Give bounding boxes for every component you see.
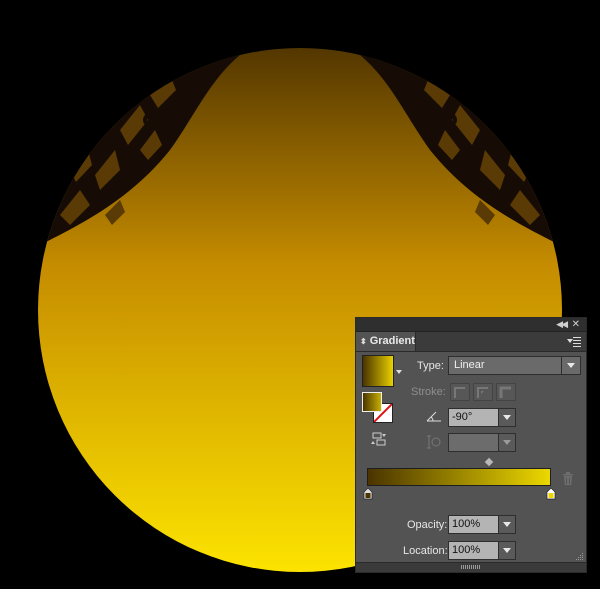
opacity-label: Opacity: [407, 519, 448, 531]
resize-grip-icon[interactable] [576, 552, 584, 560]
double-chevron-left-icon[interactable]: ◀◀ [556, 318, 568, 331]
location-value: 100% [452, 544, 481, 556]
panel-topbar[interactable]: ◀◀ ✕ [356, 318, 586, 332]
stroke-across-button[interactable] [496, 383, 516, 401]
stroke-within-icon [454, 387, 465, 398]
angle-dropdown-icon[interactable] [498, 409, 515, 426]
panel-bottom-bar[interactable] [356, 562, 586, 572]
angle-input[interactable]: -90° [448, 408, 516, 427]
gradient-ramp[interactable] [367, 468, 551, 486]
location-label: Location: [403, 545, 448, 557]
reverse-gradient-icon[interactable] [370, 432, 388, 446]
panel-menu-icon[interactable] [567, 335, 581, 347]
fill-stroke-widget [362, 392, 394, 424]
panel-tab-row: ⬍ Gradient [356, 332, 586, 352]
aspect-ratio-input[interactable] [448, 433, 516, 452]
location-input[interactable]: 100% [448, 541, 516, 560]
aspect-dropdown-icon[interactable] [498, 434, 515, 451]
stroke-along-button[interactable] [473, 383, 493, 401]
type-label: Type: [417, 360, 444, 372]
opacity-dropdown-icon[interactable] [498, 516, 515, 533]
stroke-along-icon [477, 387, 488, 398]
location-dropdown-icon[interactable] [498, 542, 515, 559]
drag-grip[interactable] [461, 565, 481, 569]
aspect-ratio-icon [426, 434, 442, 450]
type-select[interactable]: Linear [448, 356, 581, 375]
swatch-dropdown-icon[interactable] [396, 370, 402, 374]
fill-swatch[interactable] [362, 392, 382, 412]
chevron-down-icon[interactable] [561, 357, 580, 374]
gradient-swatch[interactable] [362, 355, 394, 387]
trash-icon[interactable] [562, 472, 574, 486]
stroke-label: Stroke: [411, 386, 446, 398]
opacity-input[interactable]: 100% [448, 515, 516, 534]
angle-icon [426, 410, 442, 422]
type-select-value: Linear [454, 359, 485, 371]
angle-value: -90° [452, 411, 473, 423]
close-icon[interactable]: ✕ [572, 318, 580, 331]
stroke-within-button[interactable] [450, 383, 470, 401]
gradient-panel: ◀◀ ✕ ⬍ Gradient Type: Linear Stroke: -90… [355, 317, 587, 573]
gradient-midpoint-handle[interactable] [484, 457, 494, 467]
gradient-stop-right[interactable] [546, 487, 556, 503]
updown-arrows-icon: ⬍ [360, 337, 367, 346]
opacity-value: 100% [452, 518, 481, 530]
tab-gradient-label: Gradient [369, 335, 415, 347]
gradient-stop-left[interactable] [363, 487, 373, 503]
tab-gradient[interactable]: ⬍ Gradient [356, 332, 416, 351]
stroke-across-icon [499, 386, 511, 398]
